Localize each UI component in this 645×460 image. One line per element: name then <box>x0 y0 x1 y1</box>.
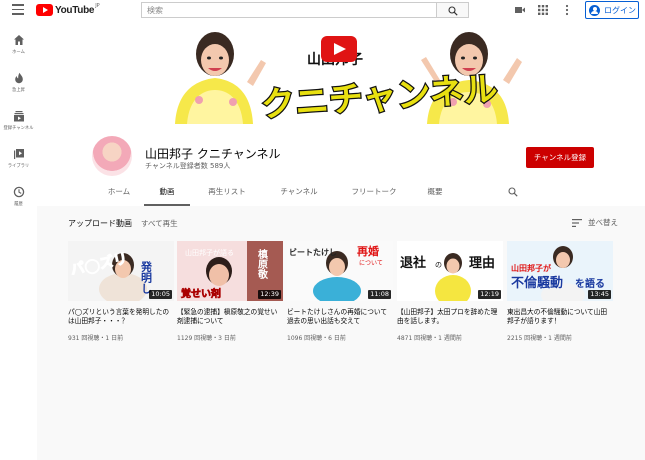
thumbnail-text: 不倫騒動 <box>511 275 563 291</box>
history-icon <box>13 186 24 198</box>
search-placeholder: 検索 <box>147 6 163 15</box>
sidebar-item-label: 履歴 <box>14 202 23 207</box>
sidebar-item-label: ライブラリ <box>7 164 30 169</box>
video-thumbnail[interactable]: 山田邦子が語る 槙原敬 覚せい剤 12:39 <box>177 241 283 301</box>
thumbnail-text: の <box>435 261 442 269</box>
youtube-logo[interactable]: YouTube JP <box>36 3 100 16</box>
video-meta: 1129 回視聴・3 日前 <box>177 335 236 342</box>
tab-playlists[interactable]: 再生リスト <box>195 184 259 206</box>
video-thumbnail[interactable]: 退社 の 理由 12:19 <box>397 241 503 301</box>
video-meta: 1096 回視聴・6 日前 <box>287 335 346 342</box>
login-button[interactable]: ログイン <box>585 1 639 19</box>
subscribe-button[interactable]: チャンネル登録 <box>526 147 594 168</box>
sidebar-item-history[interactable]: 履歴 <box>0 186 37 218</box>
video-duration: 10:05 <box>149 290 172 299</box>
account-icon <box>589 4 600 16</box>
thumbnail-text: 退社 <box>400 255 426 271</box>
play-all-link[interactable]: すべて再生 <box>141 218 178 229</box>
video-title[interactable]: ビートたけしさんの再婚について 過去の思い出話も交えて <box>287 308 393 326</box>
sidebar-item-label: 急上昇 <box>12 88 25 93</box>
thumbnail-text: を語る <box>575 277 605 290</box>
video-duration: 13:45 <box>588 290 611 299</box>
library-icon <box>13 149 24 159</box>
video-duration: 11:08 <box>368 290 391 299</box>
channel-banner: 山田邦子 クニチャンネル <box>37 20 645 124</box>
search-input[interactable]: 検索 <box>141 2 437 18</box>
video-card[interactable]: ビートたけし 再婚 について 11:08 ビートたけしさんの再婚について 過去の… <box>287 241 393 342</box>
video-duration: 12:39 <box>258 290 281 299</box>
video-title[interactable]: 【緊急の逮捕】槇原敬之の覚せい剤逮捕について <box>177 308 283 326</box>
thumbnail-text: 理由 <box>469 255 495 271</box>
video-thumbnail[interactable]: パ◯ズリ 発明し 10:05 <box>68 241 174 301</box>
subscriber-count: チャンネル登録者数 589人 <box>145 162 231 170</box>
youtube-play-icon <box>36 4 53 16</box>
video-card[interactable]: パ◯ズリ 発明し 10:05 パ◯ズリという言葉を発明したのは山田邦子・・・？ … <box>68 241 174 342</box>
login-label: ログイン <box>604 5 636 15</box>
video-title[interactable]: パ◯ズリという言葉を発明したのは山田邦子・・・？ <box>68 308 174 326</box>
apps-grid-icon[interactable] <box>537 4 549 16</box>
sidebar-item-trending[interactable]: 急上昇 <box>0 72 37 104</box>
tab-about[interactable]: 概要 <box>414 184 456 206</box>
thumbnail-text: について <box>359 260 383 267</box>
sort-icon <box>572 218 582 227</box>
thumbnail-text: ビートたけし <box>289 247 337 257</box>
video-meta: 4871 回視聴・1 週間前 <box>397 335 462 342</box>
search-button[interactable] <box>437 2 469 18</box>
video-meta: 2215 回視聴・1 週間前 <box>507 335 572 342</box>
video-thumbnail[interactable]: ビートたけし 再婚 について 11:08 <box>287 241 393 301</box>
video-thumbnail[interactable]: 山田邦子が 不倫騒動 を語る 13:45 <box>507 241 613 301</box>
thumbnail-text: 覚せい剤 <box>181 287 221 300</box>
trending-icon <box>14 72 23 84</box>
tab-videos[interactable]: 動画 <box>144 184 190 206</box>
subscriptions-icon <box>13 111 24 122</box>
video-card[interactable]: 退社 の 理由 12:19 【山田邦子】太田プロを辞めた理由を話します。 487… <box>397 241 503 342</box>
hamburger-menu-icon[interactable] <box>12 4 24 15</box>
channel-avatar[interactable] <box>92 136 132 176</box>
tab-home[interactable]: ホーム <box>94 184 144 206</box>
thumbnail-text: 山田邦子が語る <box>185 248 234 257</box>
more-options-icon[interactable] <box>561 4 573 16</box>
sort-button[interactable]: 並べ替え <box>572 217 618 228</box>
thumbnail-text: 山田邦子が <box>511 263 552 273</box>
tab-free-talk[interactable]: フリートーク <box>338 184 410 206</box>
sidebar-item-subscriptions[interactable]: 登録チャンネル <box>0 110 37 142</box>
sidebar-item-label: 登録チャンネル <box>3 126 34 131</box>
sidebar-item-library[interactable]: ライブラリ <box>0 148 37 180</box>
tab-channels[interactable]: チャンネル <box>266 184 332 206</box>
sidebar-item-label: ホーム <box>12 50 25 55</box>
video-title[interactable]: 東出昌大の不倫騒動について山田邦子が語ります！ <box>507 308 613 326</box>
banner-person-left <box>175 32 266 124</box>
create-video-icon[interactable] <box>514 4 526 16</box>
sort-label: 並べ替え <box>588 218 618 227</box>
channel-search-icon[interactable] <box>508 187 518 197</box>
home-icon <box>13 35 24 45</box>
video-card[interactable]: 山田邦子が 不倫騒動 を語る 13:45 東出昌大の不倫騒動について山田邦子が語… <box>507 241 613 342</box>
banner-art: 山田邦子 クニチャンネル <box>175 32 522 124</box>
top-bar: YouTube JP 検索 ログイン <box>0 0 645 20</box>
video-meta: 931 回視聴・1 日前 <box>68 335 124 342</box>
thumbnail-text: 再婚 <box>357 244 379 258</box>
video-duration: 12:19 <box>478 290 501 299</box>
channel-name: 山田邦子 クニチャンネル <box>145 147 281 161</box>
video-title[interactable]: 【山田邦子】太田プロを辞めた理由を話します。 <box>397 308 503 326</box>
logo-region: JP <box>95 3 100 9</box>
uploads-title: アップロード動画 <box>68 219 132 228</box>
youtube-logo-text: YouTube <box>55 4 95 16</box>
sidebar: ホーム 急上昇 登録チャンネル ライブラリ 履歴 <box>0 20 37 460</box>
video-card[interactable]: 山田邦子が語る 槙原敬 覚せい剤 12:39 【緊急の逮捕】槇原敬之の覚せい剤逮… <box>177 241 283 342</box>
search-icon <box>448 6 458 16</box>
sidebar-item-home[interactable]: ホーム <box>0 34 37 66</box>
channel-header: 山田邦子 クニチャンネル チャンネル登録者数 589人 チャンネル登録 ホーム … <box>37 124 645 206</box>
banner-play-icon <box>321 36 357 62</box>
